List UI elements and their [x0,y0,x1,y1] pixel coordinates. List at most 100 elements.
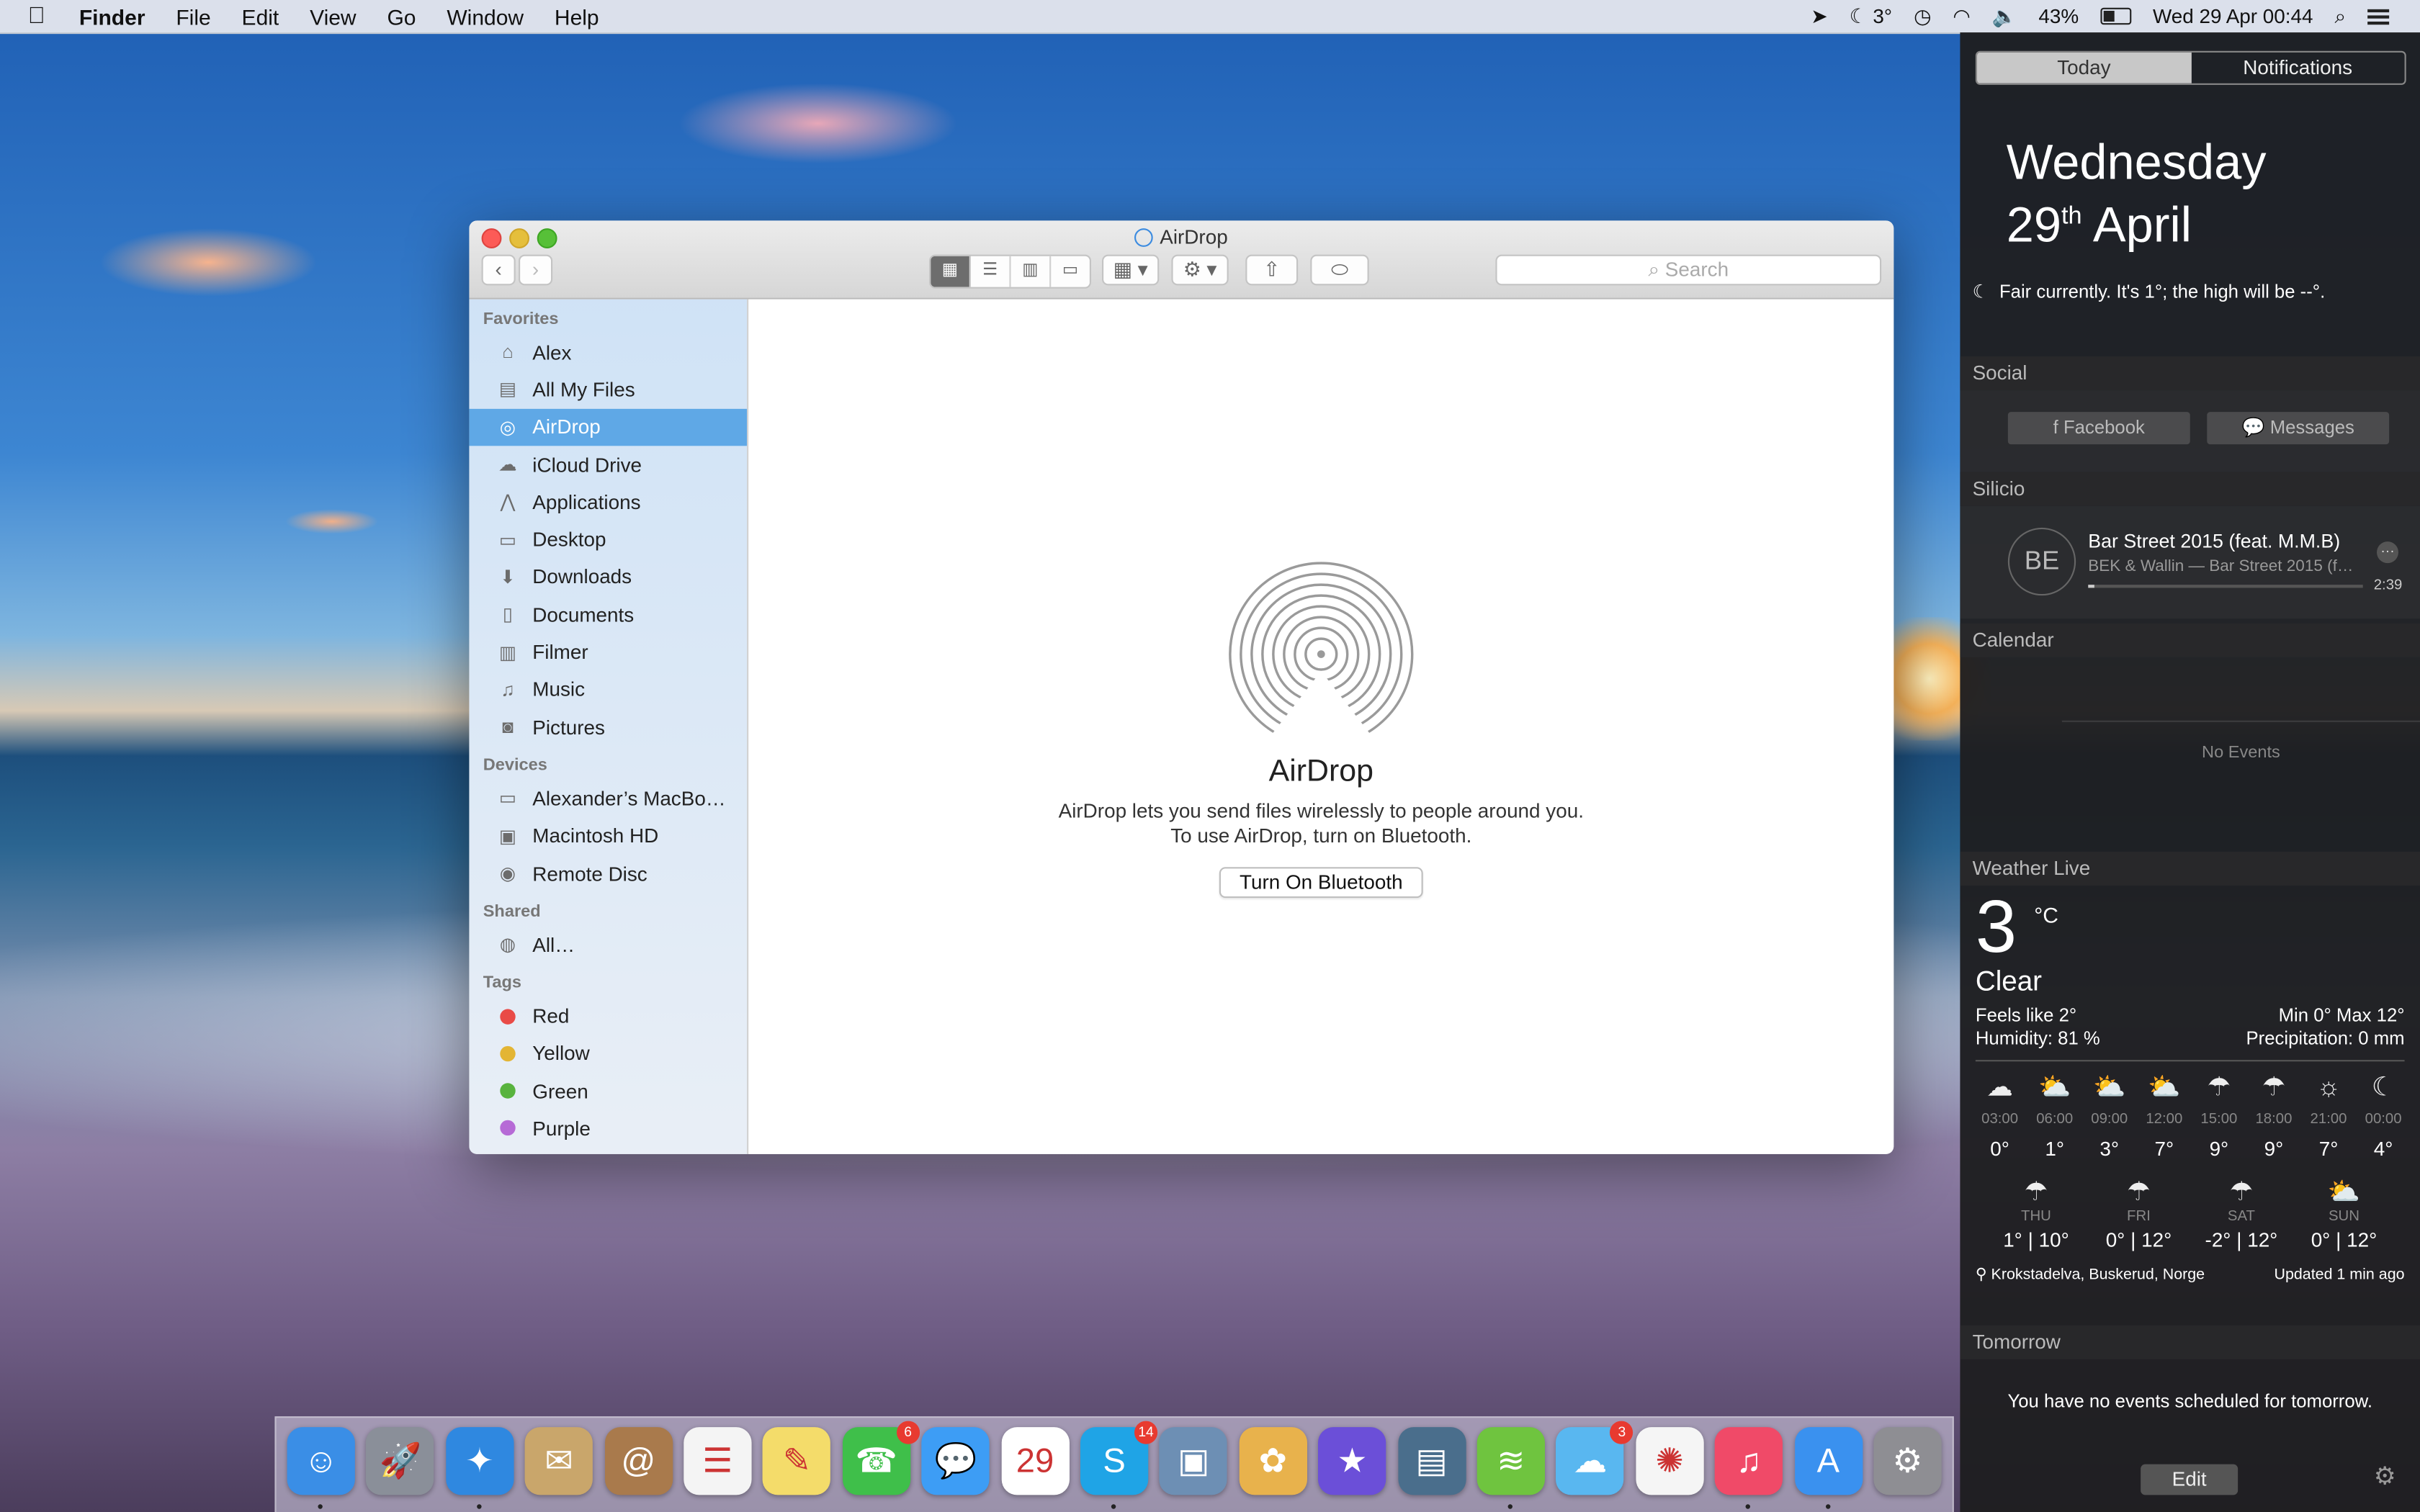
rain-icon: ☂ [2127,1177,2151,1207]
hourly-time: 15:00 [2200,1110,2238,1128]
dock-app-finder[interactable]: ☺ [287,1427,355,1509]
sidebar-item-filmer[interactable]: ▥ Filmer [469,633,747,670]
dock-app-popcorn[interactable]: ✿ [1239,1427,1307,1495]
battery-icon[interactable] [2100,7,2132,25]
weather-updated: Updated 1 min ago [2274,1266,2405,1284]
sidebar-item-applications[interactable]: ⋀ Applications [469,483,747,521]
dock-app-preview[interactable]: ▣ [1160,1427,1228,1495]
messages-share-button[interactable]: 💬 Messages [2207,412,2390,445]
battery-percent[interactable]: 43% [2038,4,2079,27]
daily-forecast: ☂ THU 1° | 10° [1985,1177,2088,1251]
sidebar-item-tag-yellow[interactable]: Yellow [469,1035,747,1072]
sidebar-item-shared-all[interactable]: ◍ All… [469,926,747,963]
daily-day: FRI [2127,1207,2151,1225]
icon-view-button[interactable]: ▦ [931,256,971,287]
dock-app-notes[interactable]: ✎ [763,1427,831,1495]
partly-cloudy-icon: ⛅ [2148,1072,2181,1102]
dock-app-imovie[interactable]: ★ [1318,1427,1386,1495]
dock-app-contacts[interactable]: @ [604,1427,673,1495]
menu-window[interactable]: Window [447,4,524,28]
hourly-time: 21:00 [2310,1110,2347,1128]
hourly-time: 18:00 [2255,1110,2293,1128]
daily-high: 12° [2247,1228,2278,1251]
dock-badge: 3 [1610,1421,1634,1444]
dock-app-spotify[interactable]: ≋ [1476,1427,1545,1509]
nc-day: 29 [2006,197,2061,253]
dock-app-launchpad[interactable]: 🚀 [366,1427,434,1495]
location-arrow-icon[interactable]: ➤ [1811,4,1827,28]
facebook-share-button[interactable]: f Facebook [2007,412,2190,445]
menu-go[interactable]: Go [387,4,416,28]
tag-button[interactable]: ⬭ [1310,254,1369,286]
system-preferences-icon: ⚙ [1892,1441,1923,1480]
share-button[interactable]: ⇧ [1245,254,1299,286]
search-placeholder: Search [1664,257,1729,281]
dock-app-final-cut[interactable]: ▤ [1397,1427,1466,1495]
sidebar-item-tag-purple[interactable]: Purple [469,1110,747,1147]
track-progress-bar[interactable] [2088,585,2363,588]
back-button[interactable]: ‹ [481,254,516,286]
wifi-icon[interactable]: ◠ [1953,4,1970,28]
dock-app-calendar[interactable]: 29 [1000,1427,1070,1495]
sidebar-item-alex[interactable]: ⌂ Alex [469,333,747,371]
sidebar-item-desktop[interactable]: ▭ Desktop [469,521,747,558]
gear-icon[interactable]: ⚙ [2374,1461,2396,1492]
menu-help[interactable]: Help [555,4,599,28]
cover-flow-button[interactable]: ▭ [1051,256,1090,287]
hourly-temp: 9° [2209,1137,2229,1161]
dock-app-safari[interactable]: ✦ [445,1427,514,1509]
tab-notifications[interactable]: Notifications [2191,53,2405,84]
list-view-button[interactable]: ☰ [971,256,1011,287]
menu-app[interactable]: Finder [79,4,145,28]
sidebar-item-pictures[interactable]: ◙ Pictures [469,708,747,746]
dock-app-photos[interactable]: ✺ [1635,1427,1704,1495]
sidebar-item-macintosh-hd[interactable]: ▣ Macintosh HD [469,817,747,855]
menu-file[interactable]: File [176,4,210,28]
dock-app-mail[interactable]: ✉ [524,1427,593,1495]
airdrop-radar-icon [1229,562,1414,749]
hourly-forecast: ⛅ 06:00 1° [2027,1072,2082,1160]
spotlight-search-icon[interactable]: ⌕ [2335,4,2347,28]
menu-edit[interactable]: Edit [242,4,279,28]
search-field[interactable]: ⌕ Search [1495,254,1882,286]
sidebar-item-macbook[interactable]: ▭ Alexander’s MacBo… [469,780,747,817]
dock-app-itunes[interactable]: ♫ [1715,1427,1783,1509]
weather-moon-icon[interactable]: ☾ 3° [1850,4,1892,28]
column-view-button[interactable]: ▥ [1011,256,1052,287]
sidebar-item-downloads[interactable]: ⬇ Downloads [469,558,747,595]
sidebar-item-tag-red[interactable]: Red [469,997,747,1035]
tab-today[interactable]: Today [1977,52,2191,84]
dock-app-app-store[interactable]: A [1794,1427,1863,1509]
dock-app-skype[interactable]: S 14 [1080,1421,1158,1509]
apple-menu-icon[interactable]:  [28,3,45,29]
forward-button[interactable]: › [519,254,553,286]
sidebar-item-label: Applications [532,490,641,514]
sidebar-item-remote-disc[interactable]: ◉ Remote Disc [469,855,747,892]
clock[interactable]: Wed 29 Apr 00:44 [2153,4,2313,27]
dock-app-system-preferences[interactable]: ⚙ [1873,1427,1942,1495]
turn-on-bluetooth-button[interactable]: Turn On Bluetooth [1219,867,1423,899]
volume-icon[interactable]: 🔈 [1992,4,2017,28]
arrange-button[interactable]: ▦ ▾ [1102,254,1160,286]
calendar-icon: 29 [1016,1441,1054,1480]
more-options-icon[interactable]: ··· [2377,541,2398,564]
sidebar-item-music[interactable]: ♫ Music [469,670,747,708]
sidebar-item-icloud-drive[interactable]: ☁ iCloud Drive [469,446,747,483]
menu-view[interactable]: View [310,4,356,28]
album-artwork[interactable]: BE [2007,527,2076,596]
track-progress-fill [2088,585,2094,588]
time-machine-icon[interactable]: ◷ [1914,4,1931,28]
sidebar-item-documents[interactable]: ▯ Documents [469,595,747,633]
dock-app-messages[interactable]: 💬 [921,1427,990,1495]
sidebar-item-airdrop[interactable]: ◎ AirDrop [469,408,748,446]
sidebar-item-label: Pictures [532,715,605,739]
notification-center-icon[interactable] [2367,6,2390,26]
dock-app-facetime[interactable]: ☎ 6 [842,1421,920,1495]
dock-app-weather[interactable]: ☁ 3 [1556,1421,1634,1495]
sidebar-item-all-my-files[interactable]: ▤ All My Files [469,371,747,408]
sidebar-item-tag-green[interactable]: Green [469,1072,747,1110]
dock-app-reminders[interactable]: ☰ [684,1427,752,1495]
edit-widgets-button[interactable]: Edit [2141,1464,2238,1495]
action-gear-button[interactable]: ⚙ ▾ [1171,254,1229,286]
facebook-label: Facebook [2063,416,2145,438]
